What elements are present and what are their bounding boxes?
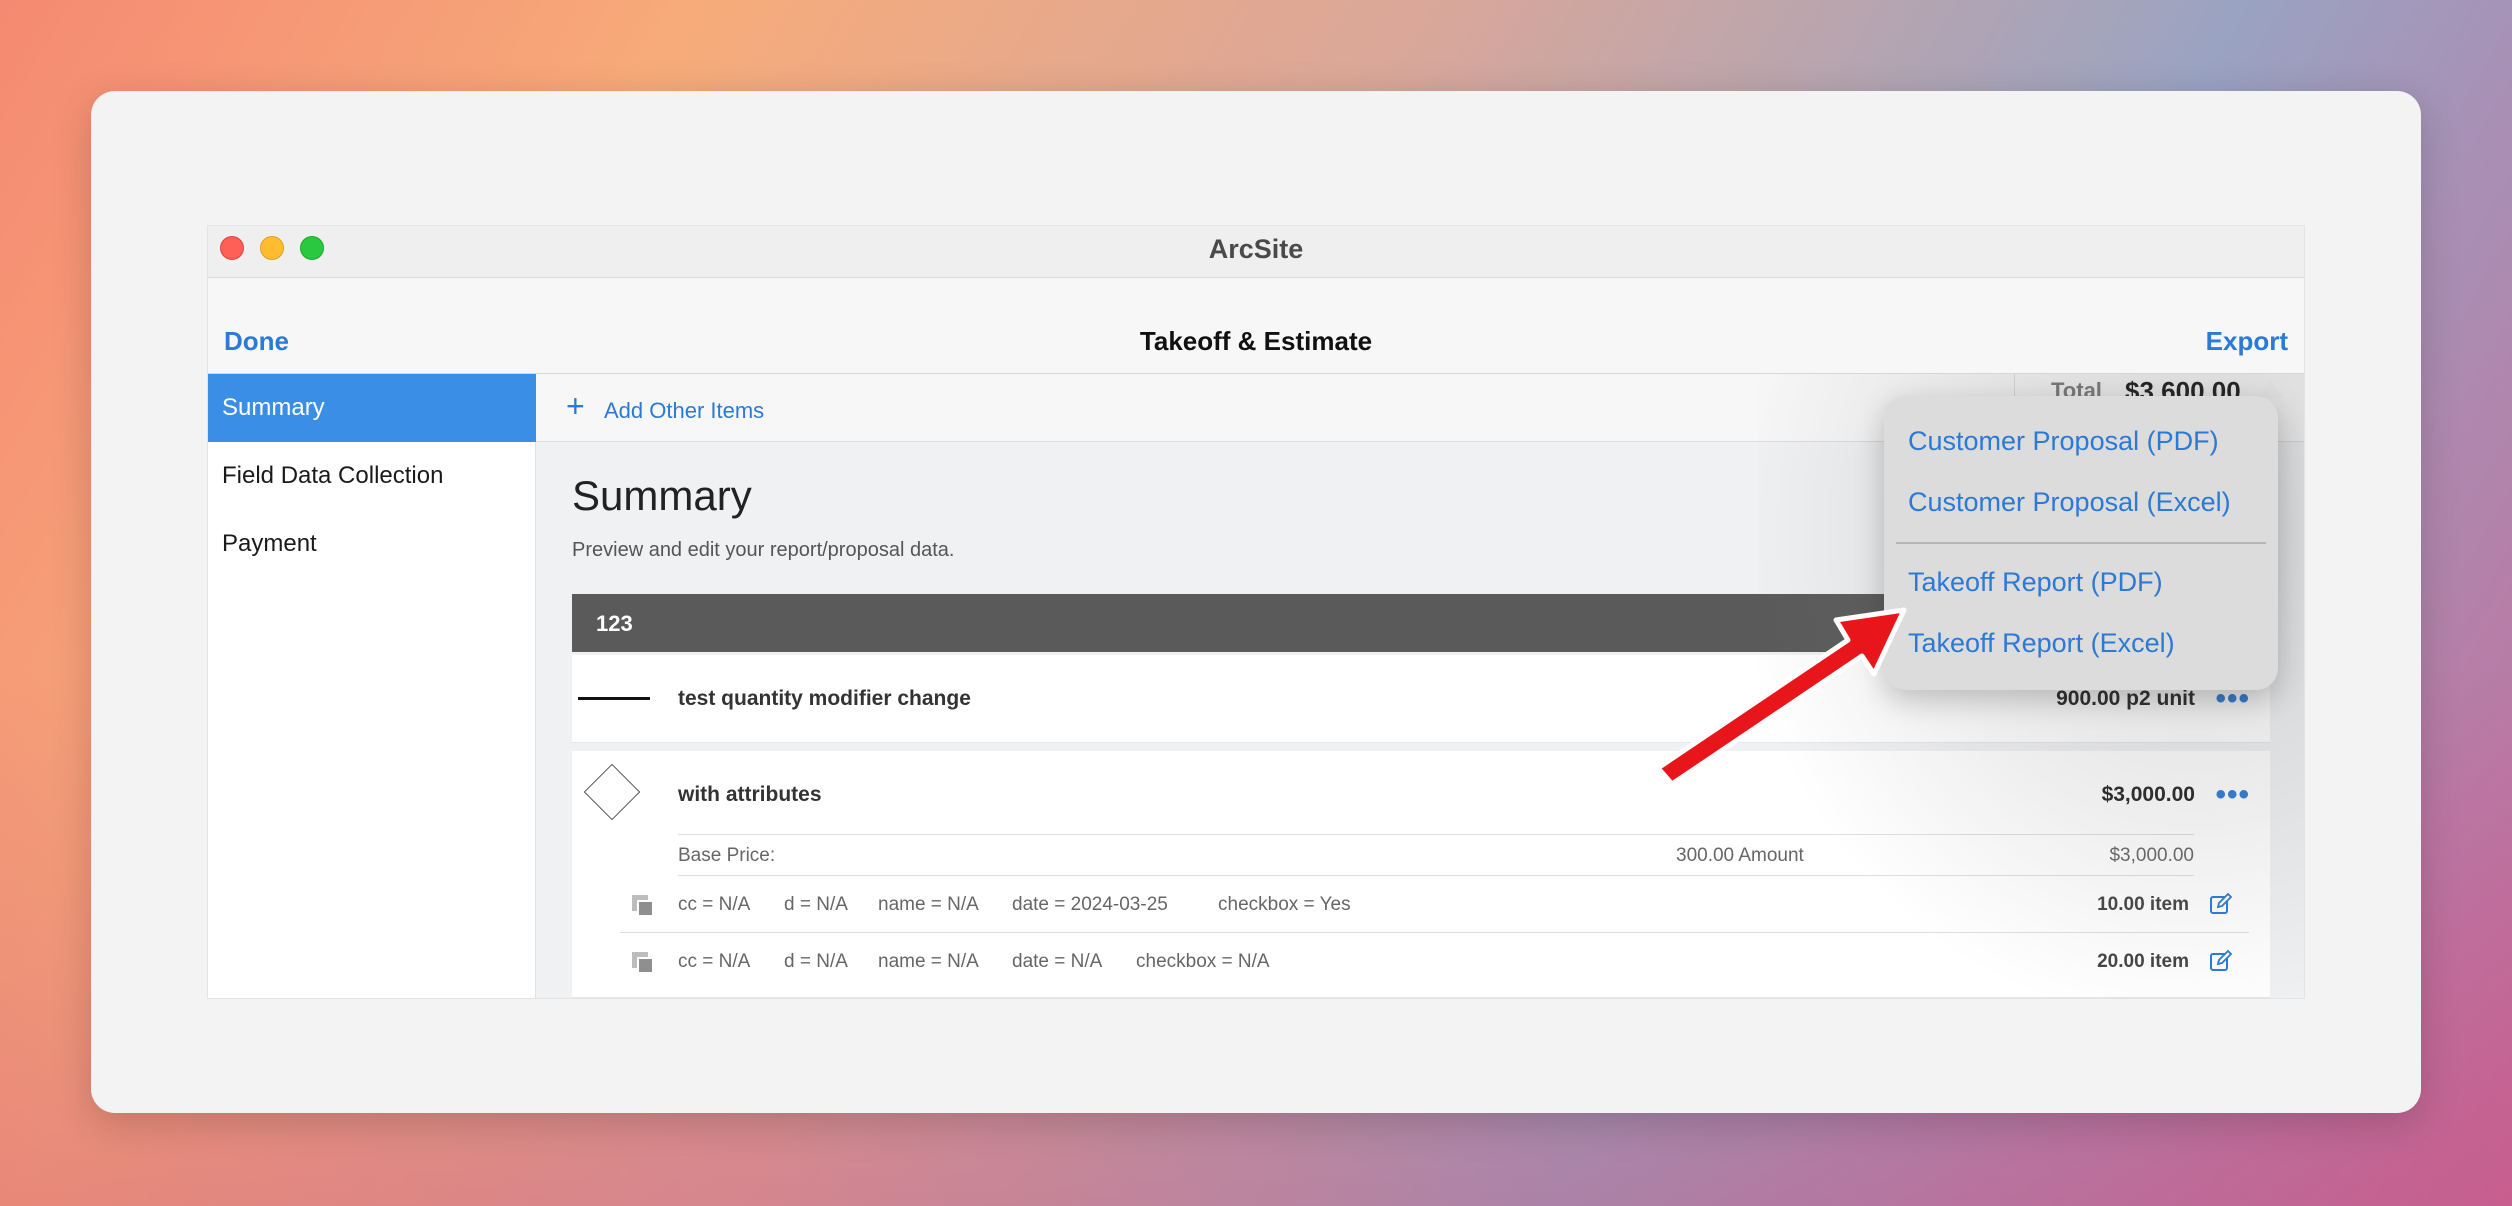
list-item[interactable]: with attributes $3,000.00 ••• Base Price… bbox=[572, 751, 2270, 998]
menu-item-customer-proposal-excel[interactable]: Customer Proposal (Excel) bbox=[1908, 487, 2231, 518]
item-name: test quantity modifier change bbox=[678, 687, 971, 710]
page-title: Takeoff & Estimate bbox=[1139, 326, 1373, 356]
more-options-icon[interactable]: ••• bbox=[2215, 780, 2250, 810]
menu-item-takeoff-report-pdf[interactable]: Takeoff Report (PDF) bbox=[1908, 567, 2163, 598]
add-other-items-button[interactable]: Add Other Items bbox=[604, 398, 764, 424]
attr-d: d = N/A bbox=[784, 951, 848, 972]
summary-subtitle: Preview and edit your report/proposal da… bbox=[572, 539, 955, 561]
sidebar-item-field-data-collection[interactable]: Field Data Collection bbox=[208, 442, 536, 510]
attr-date: date = N/A bbox=[1012, 951, 1103, 972]
edit-icon[interactable] bbox=[2209, 892, 2233, 916]
attr-date: date = 2024-03-25 bbox=[1012, 894, 1168, 915]
item-name: with attributes bbox=[678, 783, 822, 806]
more-options-icon[interactable]: ••• bbox=[2215, 684, 2250, 714]
line-icon bbox=[578, 697, 650, 700]
menu-divider bbox=[1896, 542, 2266, 544]
callout-arrow-icon bbox=[1655, 607, 1907, 787]
copy-icon[interactable] bbox=[632, 895, 654, 917]
menu-item-customer-proposal-pdf[interactable]: Customer Proposal (PDF) bbox=[1908, 426, 2219, 457]
group-name: 123 bbox=[596, 611, 633, 636]
attribute-row: cc = N/A d = N/A name = N/A date = N/A c… bbox=[620, 934, 2249, 990]
attr-name: name = N/A bbox=[878, 951, 979, 972]
attr-name: name = N/A bbox=[878, 894, 979, 915]
plus-icon[interactable]: + bbox=[566, 388, 585, 425]
summary-heading: Summary bbox=[572, 472, 752, 519]
attr-cc: cc = N/A bbox=[678, 951, 751, 972]
diamond-icon bbox=[583, 763, 641, 821]
attribute-row: cc = N/A d = N/A name = N/A date = 2024-… bbox=[620, 877, 2249, 933]
attr-checkbox: checkbox = N/A bbox=[1136, 951, 1270, 972]
item-amount: $3,000.00 bbox=[2101, 783, 2195, 806]
attr-cc: cc = N/A bbox=[678, 894, 751, 915]
base-price-amount: 300.00 Amount bbox=[1676, 845, 1804, 866]
attr-d: d = N/A bbox=[784, 894, 848, 915]
window-title: ArcSite bbox=[1208, 234, 1304, 264]
base-price-row: Base Price: 300.00 Amount $3,000.00 bbox=[678, 834, 2194, 876]
sidebar: Summary Field Data Collection Payment bbox=[208, 374, 536, 998]
attr-quantity: 10.00 item bbox=[2097, 894, 2189, 915]
base-price-label: Base Price: bbox=[678, 845, 776, 866]
export-button[interactable]: Export bbox=[2206, 326, 2288, 357]
sidebar-item-payment[interactable]: Payment bbox=[208, 510, 536, 578]
item-amount: 900.00 p2 unit bbox=[2056, 687, 2195, 710]
sidebar-item-summary[interactable]: Summary bbox=[208, 374, 536, 442]
base-price-total: $3,000.00 bbox=[2109, 845, 2194, 866]
edit-icon[interactable] bbox=[2209, 949, 2233, 973]
navigation-bar: Done Takeoff & Estimate Export bbox=[208, 278, 2304, 374]
popover-arrow bbox=[2256, 380, 2284, 398]
title-bar: ArcSite bbox=[208, 226, 2304, 278]
attr-quantity: 20.00 item bbox=[2097, 951, 2189, 972]
menu-item-takeoff-report-excel[interactable]: Takeoff Report (Excel) bbox=[1908, 628, 2175, 659]
attr-checkbox: checkbox = Yes bbox=[1218, 894, 1351, 915]
export-menu: Customer Proposal (PDF) Customer Proposa… bbox=[1884, 396, 2278, 690]
copy-icon[interactable] bbox=[632, 952, 654, 974]
